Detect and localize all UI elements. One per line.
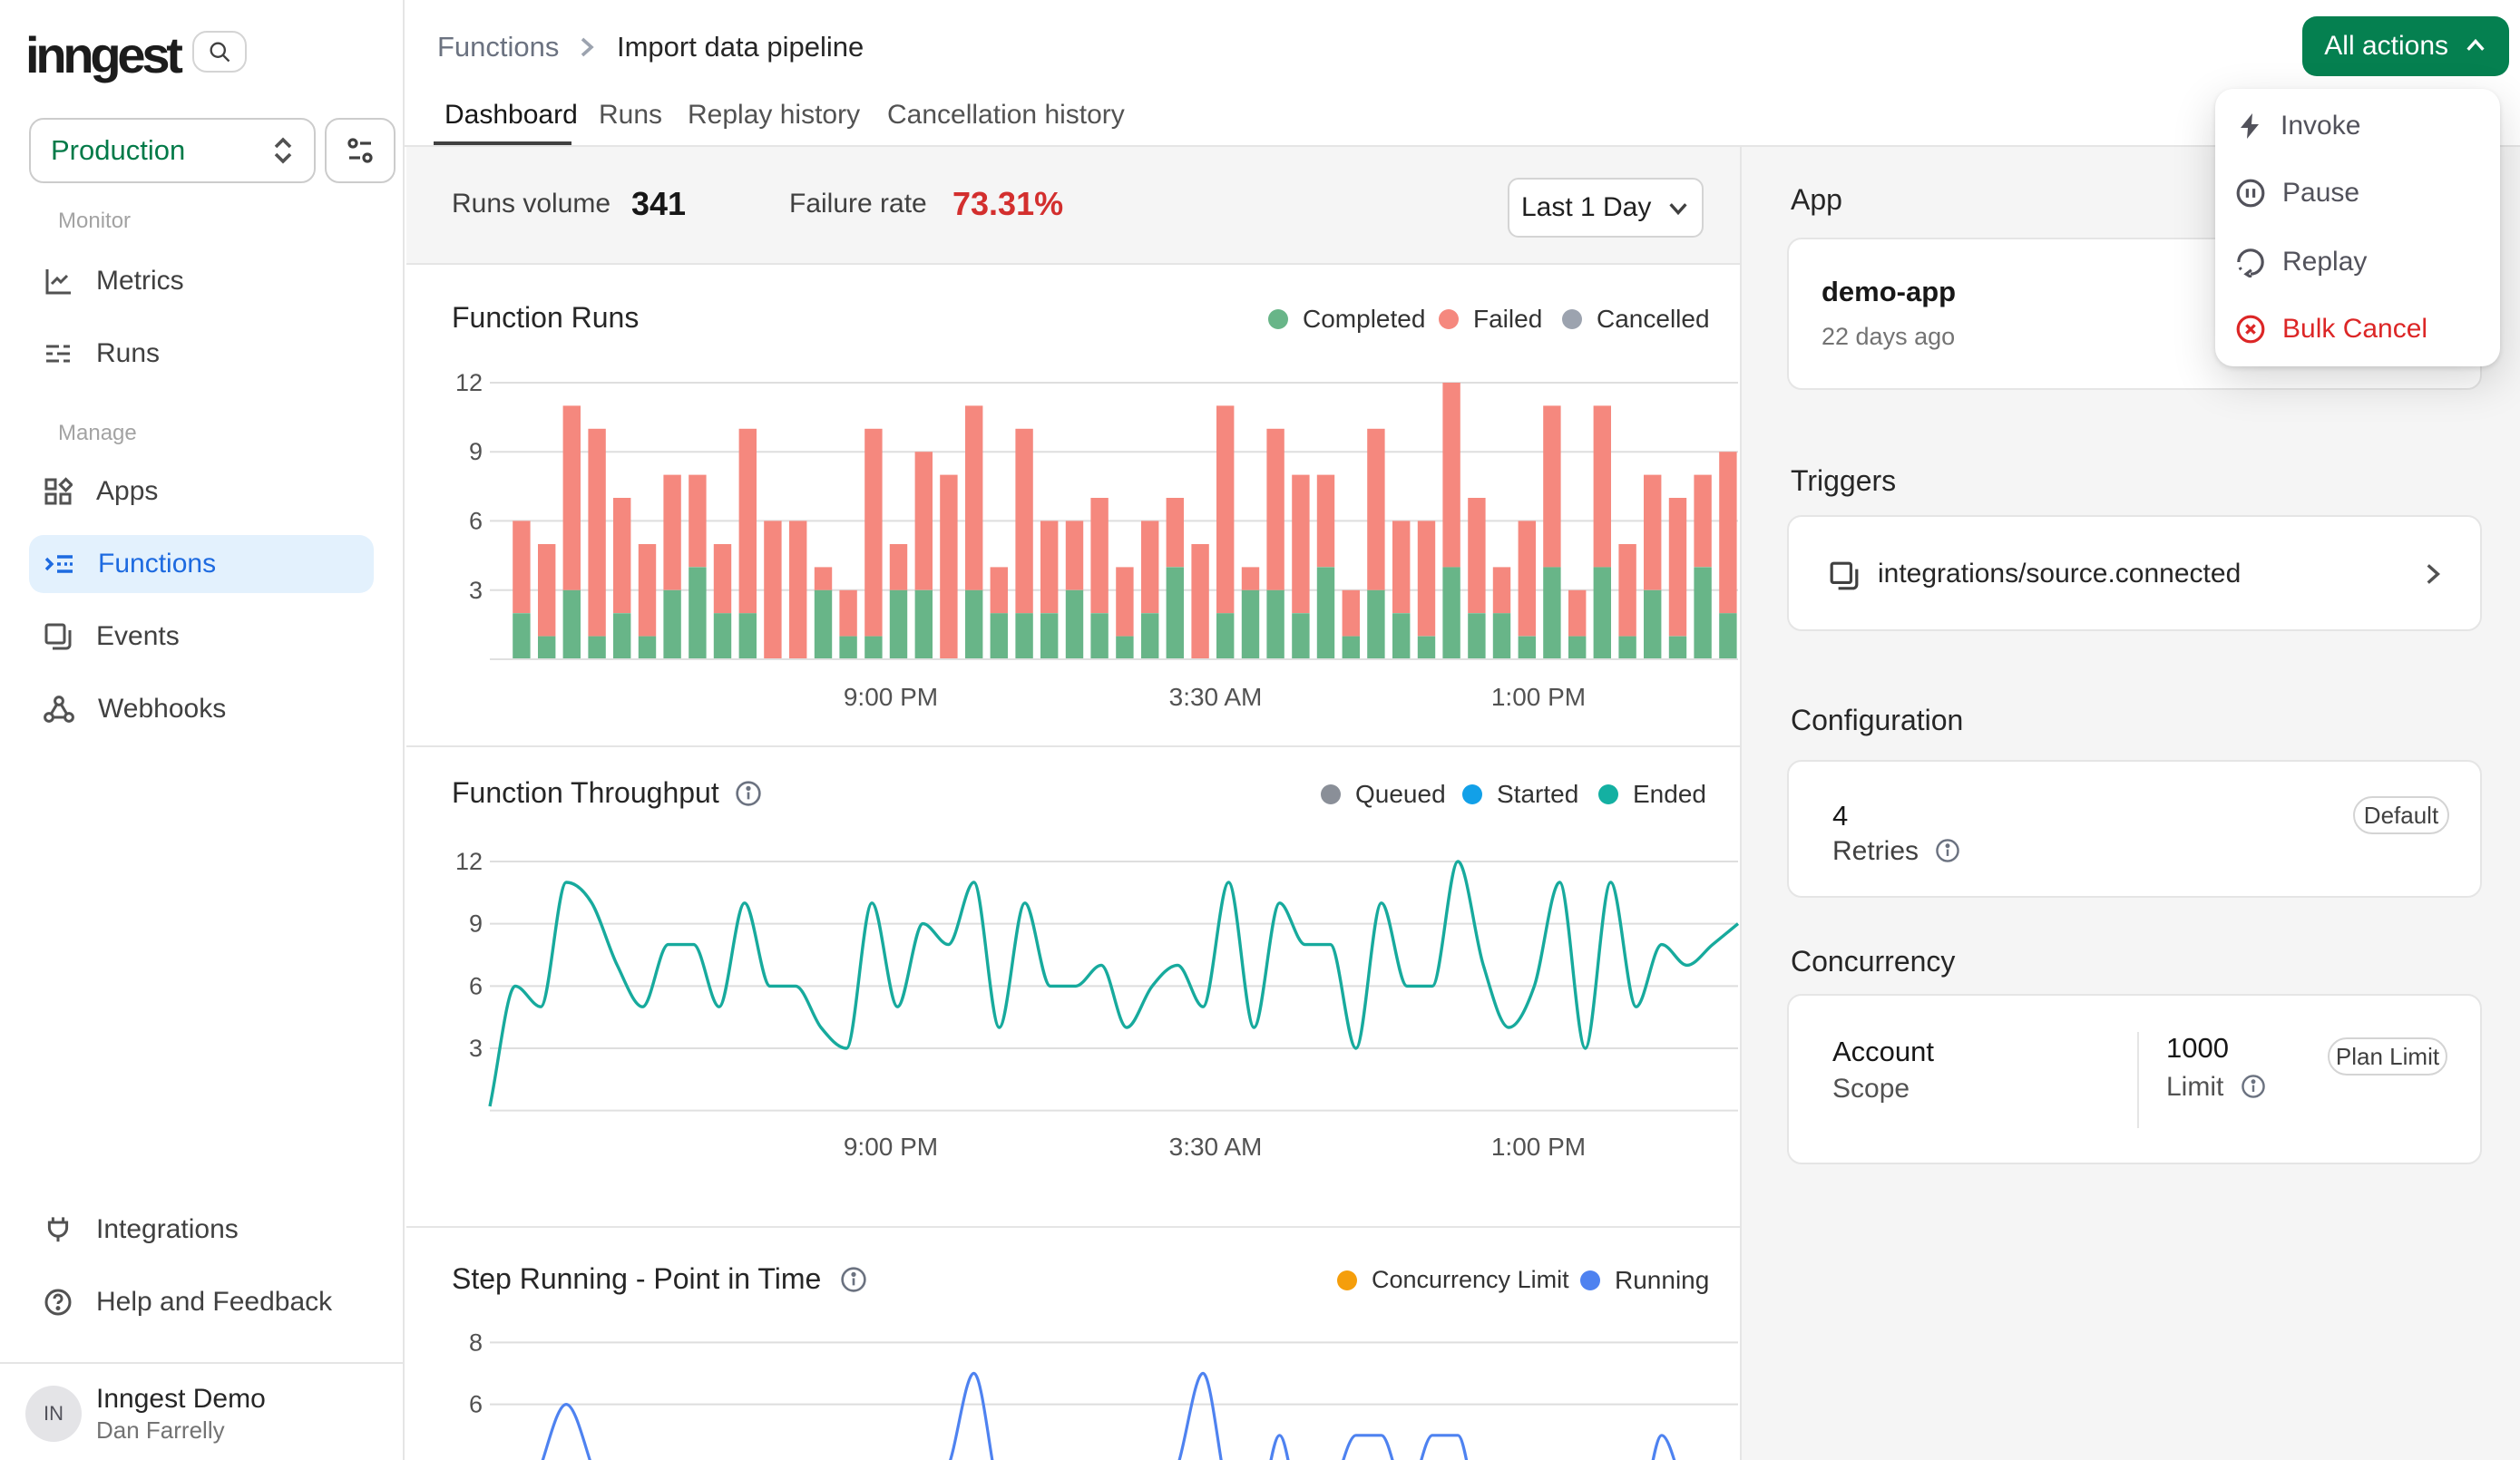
svg-text:9: 9 bbox=[469, 910, 483, 938]
svg-text:3:30 AM: 3:30 AM bbox=[1169, 683, 1263, 711]
svg-text:1:00 PM: 1:00 PM bbox=[1491, 683, 1586, 711]
svg-text:3: 3 bbox=[469, 1035, 483, 1062]
svg-text:12: 12 bbox=[455, 848, 483, 875]
svg-text:8: 8 bbox=[469, 1329, 483, 1356]
svg-text:3:30 AM: 3:30 AM bbox=[1169, 1133, 1263, 1161]
svg-text:9: 9 bbox=[469, 438, 483, 465]
svg-text:6: 6 bbox=[469, 972, 483, 999]
svg-text:6: 6 bbox=[469, 1391, 483, 1418]
svg-text:3: 3 bbox=[469, 577, 483, 604]
svg-text:9:00 PM: 9:00 PM bbox=[844, 683, 938, 711]
svg-text:1:00 PM: 1:00 PM bbox=[1491, 1133, 1586, 1161]
svg-text:9:00 PM: 9:00 PM bbox=[844, 1133, 938, 1161]
svg-text:6: 6 bbox=[469, 507, 483, 534]
svg-text:12: 12 bbox=[455, 369, 483, 396]
